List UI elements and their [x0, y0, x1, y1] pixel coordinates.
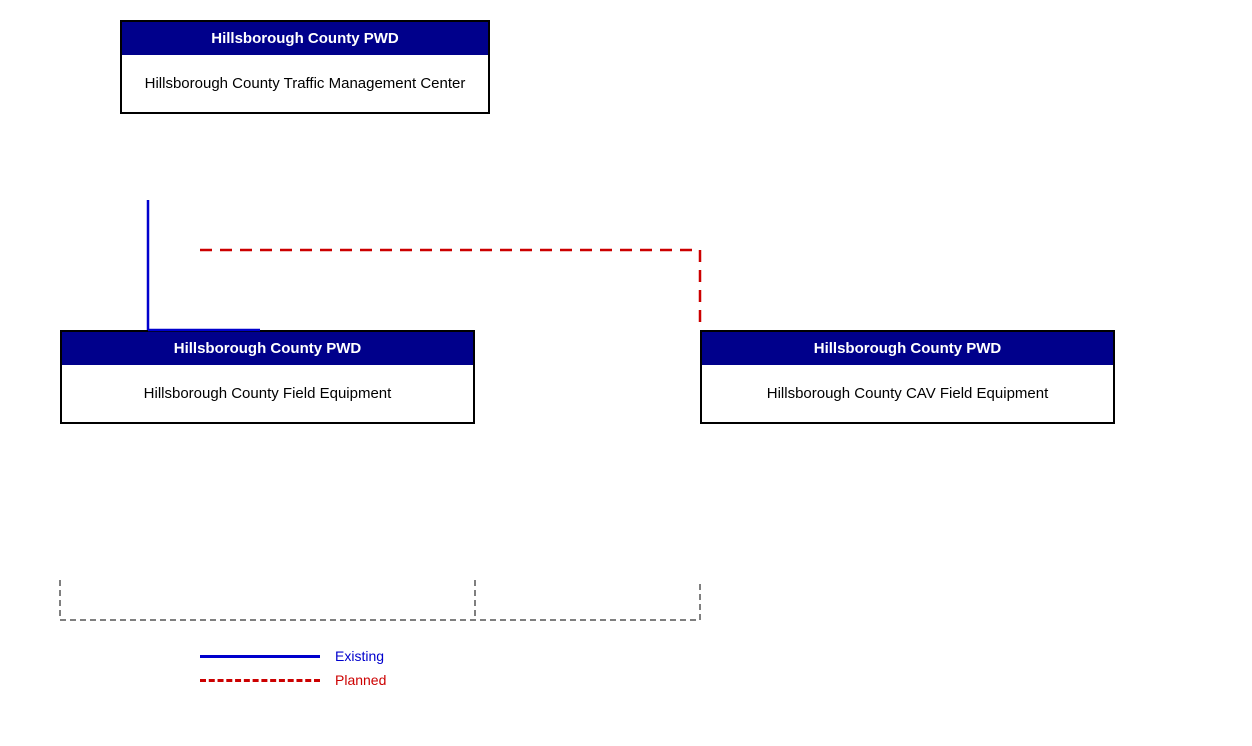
tmc-box: Hillsborough County PWD Hillsborough Cou…	[120, 20, 490, 114]
diagram-container: Hillsborough County PWD Hillsborough Cou…	[0, 0, 1252, 746]
legend-planned: Planned	[200, 672, 386, 688]
cav-box: Hillsborough County PWD Hillsborough Cou…	[700, 330, 1115, 424]
legend-existing: Existing	[200, 648, 386, 664]
tmc-header: Hillsborough County PWD	[122, 22, 488, 55]
legend: Existing Planned	[200, 648, 386, 696]
field-box: Hillsborough County PWD Hillsborough Cou…	[60, 330, 475, 424]
legend-existing-line	[200, 655, 320, 658]
legend-planned-line	[200, 679, 320, 682]
cav-body: Hillsborough County CAV Field Equipment	[702, 365, 1113, 422]
field-body: Hillsborough County Field Equipment	[62, 365, 473, 422]
legend-existing-label: Existing	[335, 648, 384, 664]
cav-header: Hillsborough County PWD	[702, 332, 1113, 365]
legend-planned-label: Planned	[335, 672, 386, 688]
field-header: Hillsborough County PWD	[62, 332, 473, 365]
tmc-body: Hillsborough County Traffic Management C…	[122, 55, 488, 112]
